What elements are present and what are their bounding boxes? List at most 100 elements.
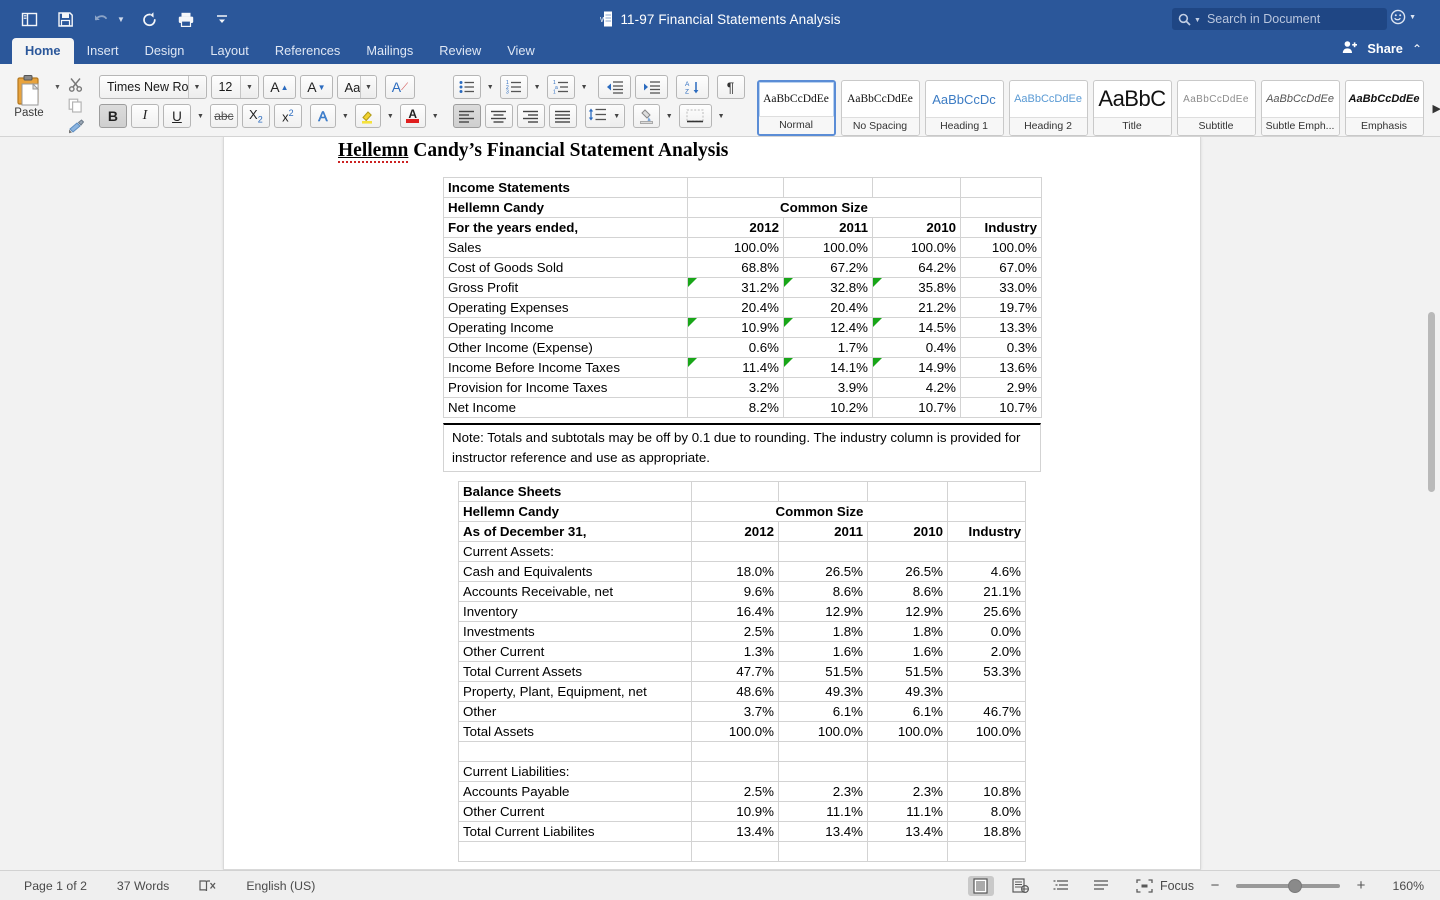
- decrease-indent-icon[interactable]: [597, 75, 631, 99]
- table-row[interactable]: Sales 100.0% 100.0% 100.0% 100.0%: [443, 237, 1042, 258]
- row-value-cell[interactable]: 18.0%: [691, 561, 779, 582]
- row-value-cell[interactable]: 1.7%: [783, 337, 873, 358]
- empty-cell[interactable]: [691, 481, 779, 502]
- row-value-cell[interactable]: 14.9%: [872, 357, 961, 378]
- column-header-industry[interactable]: Industry: [947, 521, 1026, 542]
- row-label-cell[interactable]: Income Before Income Taxes: [443, 357, 688, 378]
- row-label-cell[interactable]: Accounts Payable: [458, 781, 692, 802]
- tab-design[interactable]: Design: [132, 38, 198, 64]
- style-heading-2[interactable]: AaBbCcDdEe Heading 2: [1008, 80, 1088, 136]
- row-value-cell[interactable]: 100.0%: [778, 721, 868, 742]
- period-label-cell[interactable]: For the years ended,: [443, 217, 688, 238]
- text-effects-button[interactable]: A: [309, 104, 336, 128]
- row-value-cell[interactable]: 10.7%: [872, 397, 961, 418]
- income-statement-table[interactable]: Income Statements Hellemn Candy Common Siz…: [443, 177, 1042, 418]
- row-value-cell[interactable]: 8.0%: [947, 801, 1026, 822]
- table-row[interactable]: Investments 2.5% 1.8% 1.8% 0.0%: [458, 621, 1026, 642]
- share-button-label[interactable]: Share: [1367, 41, 1403, 56]
- row-label-cell[interactable]: Current Assets:: [458, 541, 692, 562]
- superscript-button[interactable]: x2: [273, 104, 302, 128]
- redo-icon[interactable]: [139, 8, 161, 30]
- zoom-slider[interactable]: [1236, 878, 1340, 893]
- borders-caret[interactable]: ▼: [718, 113, 725, 120]
- align-center-icon[interactable]: [484, 104, 513, 128]
- table-row[interactable]: Other Current 1.3% 1.6% 1.6% 2.0%: [458, 641, 1026, 662]
- row-value-cell[interactable]: 16.4%: [691, 601, 779, 622]
- row-label-cell[interactable]: Provision for Income Taxes: [443, 377, 688, 398]
- row-value-cell[interactable]: 3.9%: [783, 377, 873, 398]
- bold-button[interactable]: B: [98, 104, 127, 128]
- row-value-cell[interactable]: 46.7%: [947, 701, 1026, 722]
- row-value-cell[interactable]: 51.5%: [867, 661, 948, 682]
- row-value-cell[interactable]: 64.2%: [872, 257, 961, 278]
- common-size-header[interactable]: Common Size: [687, 197, 961, 218]
- row-label-cell[interactable]: Operating Income: [443, 317, 688, 338]
- table-row[interactable]: Total Current Liabilites 13.4% 13.4% 13.4% 1…: [458, 821, 1026, 842]
- paste-button[interactable]: Paste: [6, 70, 52, 119]
- row-value-cell[interactable]: 8.6%: [867, 581, 948, 602]
- underline-caret[interactable]: ▼: [197, 113, 204, 120]
- feedback-smiley-icon[interactable]: ▼: [1390, 9, 1416, 25]
- row-value-cell[interactable]: 8.6%: [778, 581, 868, 602]
- row-value-cell[interactable]: [947, 741, 1026, 762]
- row-value-cell[interactable]: 100.0%: [872, 237, 961, 258]
- multilevel-list-icon[interactable]: 1a1: [546, 75, 575, 99]
- empty-cell[interactable]: [947, 501, 1026, 522]
- document-canvas[interactable]: Hellemn Candy’s Financial Statement Anal…: [0, 137, 1440, 870]
- clear-formatting-button[interactable]: A ⟋: [384, 75, 415, 99]
- style-subtle-emphasis[interactable]: AaBbCcDdEe Subtle Emph...: [1260, 80, 1340, 136]
- row-value-cell[interactable]: 2.5%: [691, 621, 779, 642]
- row-value-cell[interactable]: 33.0%: [960, 277, 1042, 298]
- table-row[interactable]: Inventory 16.4% 12.9% 12.9% 25.6%: [458, 601, 1026, 622]
- highlight-caret[interactable]: ▼: [387, 113, 394, 120]
- row-value-cell[interactable]: 1.6%: [867, 641, 948, 662]
- row-label-cell[interactable]: Other Current: [458, 641, 692, 662]
- row-value-cell[interactable]: 1.8%: [867, 621, 948, 642]
- table-row[interactable]: Total Current Assets 47.7% 51.5% 51.5% 53.3%: [458, 661, 1026, 682]
- font-size-caret[interactable]: ▼: [240, 76, 258, 98]
- row-value-cell[interactable]: [947, 541, 1026, 562]
- line-spacing-combo[interactable]: ▼: [584, 104, 625, 128]
- feedback-caret[interactable]: ▼: [1409, 14, 1416, 21]
- row-value-cell[interactable]: 14.5%: [872, 317, 961, 338]
- draft-icon[interactable]: [1088, 876, 1114, 896]
- row-value-cell[interactable]: 49.3%: [867, 681, 948, 702]
- style-no-spacing[interactable]: AaBbCcDdEе No Spacing: [840, 80, 920, 136]
- row-value-cell[interactable]: 3.2%: [687, 377, 784, 398]
- empty-cell[interactable]: [783, 177, 873, 198]
- search-scope-caret[interactable]: ▼: [1194, 17, 1201, 24]
- row-value-cell[interactable]: 49.3%: [778, 681, 868, 702]
- row-value-cell[interactable]: 12.9%: [867, 601, 948, 622]
- row-value-cell[interactable]: 32.8%: [783, 277, 873, 298]
- row-value-cell[interactable]: 6.1%: [778, 701, 868, 722]
- row-label-cell[interactable]: [458, 841, 692, 862]
- row-value-cell[interactable]: 2.9%: [960, 377, 1042, 398]
- style-emphasis[interactable]: AaBbCcDdEe Emphasis: [1344, 80, 1424, 136]
- row-label-cell[interactable]: Investments: [458, 621, 692, 642]
- document-page[interactable]: Hellemn Candy’s Financial Statement Anal…: [223, 137, 1201, 870]
- align-right-icon[interactable]: [516, 104, 545, 128]
- row-value-cell[interactable]: [947, 681, 1026, 702]
- row-value-cell[interactable]: 13.4%: [778, 821, 868, 842]
- row-value-cell[interactable]: 13.4%: [691, 821, 779, 842]
- row-value-cell[interactable]: 68.8%: [687, 257, 784, 278]
- row-value-cell[interactable]: 13.3%: [960, 317, 1042, 338]
- sheet-title-cell[interactable]: Balance Sheets: [458, 481, 692, 502]
- line-spacing-caret[interactable]: ▼: [610, 105, 624, 127]
- ribbon-collapse-chevron[interactable]: ⌃: [1412, 42, 1422, 56]
- row-value-cell[interactable]: 0.4%: [872, 337, 961, 358]
- style-subtitle[interactable]: AaBbCcDdEe Subtitle: [1176, 80, 1256, 136]
- empty-cell[interactable]: [687, 177, 784, 198]
- row-value-cell[interactable]: 12.9%: [778, 601, 868, 622]
- column-header-2011[interactable]: 2011: [778, 521, 868, 542]
- styles-gallery-more-arrow[interactable]: ▶: [1429, 102, 1440, 115]
- row-label-cell[interactable]: [458, 741, 692, 762]
- font-family-combo[interactable]: Times New Ro... ▼: [98, 75, 207, 99]
- table-row[interactable]: Current Assets:: [458, 541, 1026, 562]
- row-value-cell[interactable]: 1.8%: [778, 621, 868, 642]
- format-painter-icon[interactable]: [65, 117, 87, 135]
- row-label-cell[interactable]: Total Current Assets: [458, 661, 692, 682]
- borders-icon[interactable]: [678, 104, 712, 128]
- tab-mailings[interactable]: Mailings: [353, 38, 426, 64]
- row-value-cell[interactable]: 3.7%: [691, 701, 779, 722]
